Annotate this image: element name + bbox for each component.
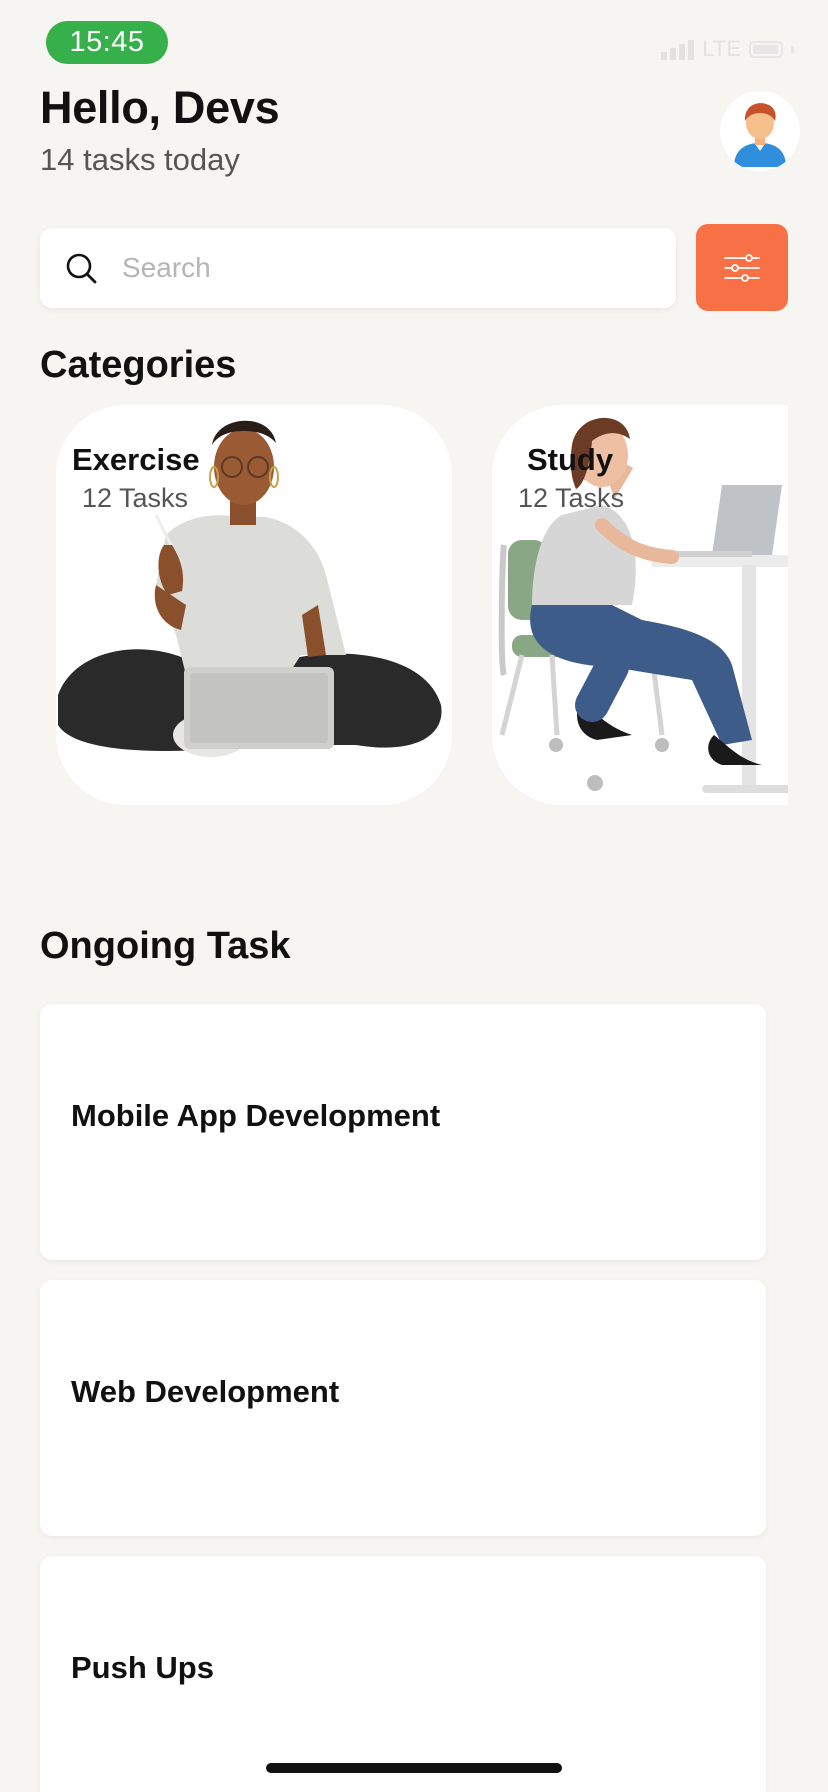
network-type: LTE (702, 36, 741, 61)
search-input[interactable] (122, 252, 676, 284)
home-screen: 15:45 LTE Hello, Devs 14 tasks today Sea… (0, 0, 828, 1792)
task-card[interactable]: Web Development (40, 1280, 766, 1536)
category-task-count: 12 Tasks (82, 483, 189, 513)
signal-icon (661, 38, 695, 60)
task-card[interactable]: Mobile App Development (40, 1004, 766, 1260)
filter-button[interactable] (696, 224, 788, 311)
home-indicator[interactable] (266, 1763, 562, 1773)
task-title: Push Ups (71, 1650, 214, 1685)
task-title: Web Development (71, 1374, 340, 1409)
category-title: Exercise (72, 442, 200, 477)
search-bar[interactable] (40, 228, 676, 308)
ongoing-task-heading: Ongoing Task (40, 925, 291, 967)
category-title: Study (527, 442, 614, 477)
tasks-today-subtitle: 14 tasks today (40, 142, 240, 177)
status-time: 15:45 (46, 21, 168, 64)
task-title: Mobile App Development (71, 1098, 441, 1133)
search-icon (64, 251, 98, 285)
battery-tip (791, 45, 794, 53)
avatar[interactable] (720, 91, 800, 171)
category-task-count: 12 Tasks (518, 483, 625, 513)
category-card-study[interactable]: Study 12 Tasks (492, 405, 788, 805)
categories-heading: Categories (40, 344, 237, 386)
categories-carousel[interactable]: Exercise 12 Tasks Study 12 Tasks (56, 405, 788, 805)
battery-icon (749, 40, 783, 58)
person-avatar-icon (720, 91, 800, 171)
status-indicators: LTE (661, 38, 794, 60)
greeting-title: Hello, Devs (40, 82, 280, 133)
task-card[interactable]: Push Ups (40, 1556, 766, 1792)
sliders-icon (724, 253, 760, 282)
category-card-exercise[interactable]: Exercise 12 Tasks (56, 405, 452, 805)
